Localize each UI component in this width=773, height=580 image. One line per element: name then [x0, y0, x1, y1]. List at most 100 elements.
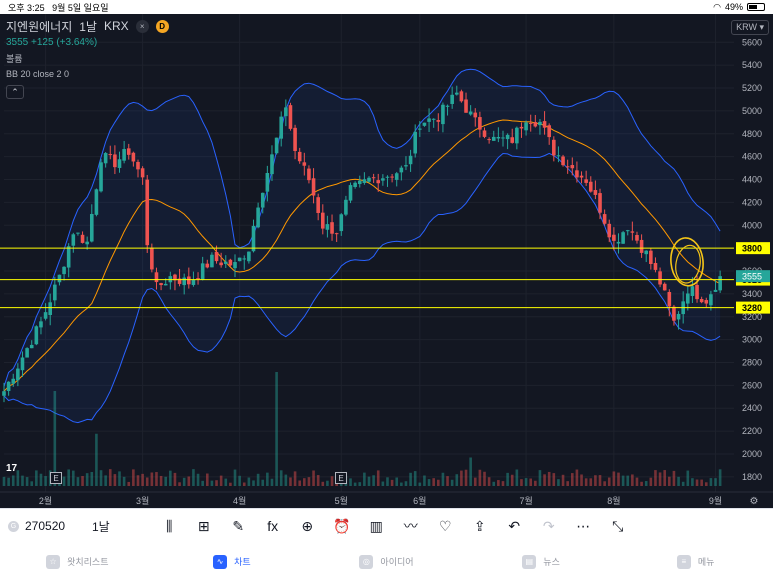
price-tick-label: 3400 — [742, 289, 762, 299]
earnings-marker[interactable]: E — [335, 472, 347, 484]
tab-icon: ◎ — [359, 554, 374, 569]
chevron-up-icon[interactable]: ⌃ — [6, 85, 24, 99]
volume-bar — [159, 475, 163, 486]
candle-body — [279, 116, 284, 139]
bollinger-legend[interactable]: BB 20 close 2 0 — [6, 69, 69, 79]
tab-2[interactable]: ◎ 아이디어 — [309, 554, 464, 569]
lightbulb-icon[interactable]: ♡ — [428, 509, 463, 544]
symbol-logo-icon: G — [8, 520, 19, 532]
tab-1[interactable]: ∿ 차트 — [155, 554, 310, 569]
settings-icon[interactable]: ⚙ — [750, 496, 759, 507]
volume-bar — [108, 469, 112, 486]
candle-body — [94, 189, 99, 215]
candle-body — [89, 213, 94, 242]
volume-bar — [552, 473, 556, 486]
candle-body — [196, 278, 200, 280]
symbol-selector[interactable]: G 270520 — [0, 519, 92, 533]
share-icon[interactable]: ⇪ — [463, 509, 498, 544]
candle-body — [330, 222, 334, 234]
tab-3[interactable]: ▤ 뉴스 — [464, 554, 619, 569]
volume-bar — [589, 478, 593, 486]
tab-4[interactable]: ≡ 메뉴 — [618, 554, 773, 569]
volume-bar — [691, 478, 694, 486]
candle-body — [394, 173, 399, 180]
candle-body — [570, 165, 575, 169]
volume-legend[interactable]: 볼륨 — [6, 52, 23, 65]
fx-icon[interactable]: fx — [256, 509, 291, 544]
tab-0[interactable]: ☆ 왓치리스트 — [0, 554, 155, 569]
candle-body — [108, 154, 113, 156]
symbol-name[interactable]: 지엔원에너지 — [6, 18, 72, 35]
volume-bar — [418, 482, 422, 486]
candle-body — [718, 276, 722, 291]
candle-body — [515, 127, 519, 144]
volume-bar — [704, 482, 708, 486]
volume-bar — [85, 473, 89, 486]
candle-body — [25, 348, 29, 358]
current-price-label: 3555 — [742, 272, 762, 282]
candle-body — [344, 199, 348, 215]
volume-bar — [238, 475, 241, 486]
chart-type-icon[interactable]: ⫼ — [152, 509, 187, 544]
more-icon[interactable]: ⋯ — [566, 509, 601, 544]
volume-bar — [30, 481, 34, 486]
candle-body — [247, 251, 251, 262]
volume-bar — [173, 472, 177, 486]
compare-icon[interactable]: ⊞ — [187, 509, 222, 544]
interval-selector[interactable]: 1날 — [92, 518, 152, 535]
candle-body — [653, 262, 658, 270]
candle-body — [284, 107, 288, 117]
price-tick-label: 2400 — [742, 403, 762, 413]
candle-body — [103, 153, 108, 164]
currency-selector[interactable]: KRW ▾ — [731, 20, 769, 35]
candle-body — [71, 234, 76, 246]
candle-body — [464, 99, 468, 113]
candle-body — [584, 179, 588, 183]
volume-bar — [534, 480, 537, 486]
volume-bar — [409, 472, 412, 486]
volume-bar — [626, 475, 630, 486]
pencil-icon[interactable]: ✎ — [221, 509, 256, 544]
volume-bar — [321, 481, 325, 486]
candle-body — [113, 154, 117, 168]
delayed-badge: D — [155, 19, 169, 33]
volume-bar — [386, 477, 389, 486]
candle-body — [639, 239, 644, 253]
chart-area[interactable]: 1800200022002400260028003000320034003600… — [0, 14, 773, 508]
volume-bar — [603, 481, 606, 486]
volume-bar — [261, 479, 265, 486]
volume-bar — [192, 469, 195, 486]
candle-body — [602, 214, 607, 224]
line-chart-icon[interactable]: 〰 — [394, 509, 429, 544]
volume-bar — [155, 472, 158, 486]
volume-bar — [141, 473, 144, 486]
volume-bar — [205, 473, 209, 486]
close-icon[interactable]: × — [135, 19, 149, 33]
redo-icon[interactable]: ↷ — [532, 509, 567, 544]
volume-bar — [483, 471, 486, 486]
price-tick-label: 5200 — [742, 83, 762, 93]
volume-bar — [367, 476, 371, 486]
candle-body — [293, 127, 297, 151]
add-icon[interactable]: ⊕ — [290, 509, 325, 544]
candle-body — [53, 284, 57, 301]
undo-icon[interactable]: ↶ — [497, 509, 532, 544]
alarm-icon[interactable]: ⏰ — [325, 509, 360, 544]
candle-body — [445, 105, 450, 107]
candle-body — [427, 118, 431, 122]
volume-bar — [663, 470, 666, 486]
tab-bar: ☆ 왓치리스트 ∿ 차트 ◎ 아이디어 ▤ 뉴스 ≡ 메뉴 — [0, 543, 773, 580]
volume-bar — [446, 476, 449, 486]
candle-body — [556, 155, 561, 157]
status-date: 9월 5일 일요일 — [52, 2, 109, 13]
earnings-marker[interactable]: E — [50, 472, 62, 484]
time-tick-label: 2월 — [39, 495, 52, 506]
candle-body — [399, 167, 404, 173]
volume-bar — [617, 472, 620, 486]
bar-chart-icon[interactable]: ▥ — [359, 509, 394, 544]
candle-body — [519, 126, 524, 129]
volume-bar — [580, 474, 583, 486]
candle-body — [436, 120, 441, 122]
candle-body — [607, 223, 612, 238]
fullscreen-icon[interactable]: ⤡ — [601, 509, 636, 544]
